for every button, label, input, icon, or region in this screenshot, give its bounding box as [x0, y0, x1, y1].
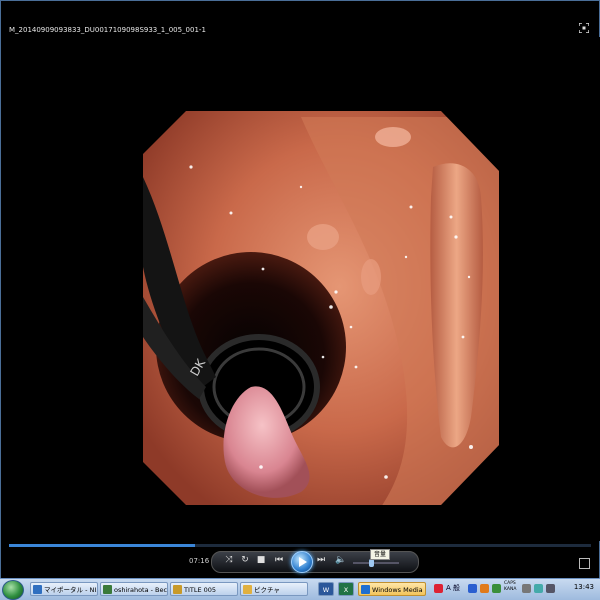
repeat-icon[interactable]: ↻: [239, 554, 251, 566]
taskbar-item-windows-media[interactable]: Windows Media ...: [358, 582, 426, 596]
volume-icon[interactable]: [546, 584, 555, 593]
media-player-icon: [361, 585, 370, 594]
help-icon[interactable]: [492, 584, 501, 593]
shuffle-icon[interactable]: ⤨: [223, 554, 235, 566]
ie-icon: [33, 585, 42, 594]
video-frame: DK: [1, 37, 600, 541]
caps-indicator: CAPS: [504, 581, 516, 586]
media-player-window: M_20140909093833_DU0017109098S933_1_005_…: [0, 0, 600, 600]
stop-icon[interactable]: ■: [255, 554, 267, 566]
taskbar-item-excel[interactable]: X: [338, 582, 354, 596]
taskbar-item-label: マイポータル - NI...: [44, 586, 98, 594]
window-title: M_20140909093833_DU0017109098S933_1_005_…: [9, 26, 206, 34]
seek-bar-progress: [9, 544, 196, 547]
mail-icon: [103, 585, 112, 594]
word-icon: W: [322, 586, 330, 594]
folder-icon: [243, 585, 252, 594]
taskbar-item-label: TITLE 005: [184, 586, 217, 594]
next-icon[interactable]: ⏭: [315, 554, 327, 566]
seek-bar[interactable]: [9, 544, 591, 547]
taskbar-item-label: oshirahota - Bec...: [114, 586, 168, 594]
previous-icon[interactable]: ⏮: [273, 554, 285, 566]
excel-icon: X: [343, 586, 349, 594]
fullscreen-icon[interactable]: [579, 23, 589, 33]
taskbar-item-label: Windows Media ...: [372, 586, 426, 594]
kana-indicator: KANA: [504, 587, 517, 592]
app-icon[interactable]: [434, 584, 443, 593]
taskbar-item-word[interactable]: W: [318, 582, 334, 596]
volume-slider[interactable]: [353, 562, 399, 564]
elapsed-time: 07:16: [189, 557, 210, 565]
taskbar-clock[interactable]: 13:43: [574, 583, 594, 591]
mute-icon[interactable]: 🔈: [335, 554, 347, 566]
folder-icon: [173, 585, 182, 594]
ime-mode[interactable]: A 般: [446, 583, 460, 593]
switch-to-library-icon[interactable]: [579, 558, 590, 569]
taskbar-item-title-005[interactable]: TITLE 005: [170, 582, 238, 596]
network-icon[interactable]: [534, 584, 543, 593]
play-button[interactable]: [291, 551, 313, 573]
volume-tooltip: 音量: [370, 549, 391, 560]
flag-icon[interactable]: [522, 584, 531, 593]
start-button[interactable]: [2, 580, 24, 600]
ime-icon[interactable]: [468, 584, 477, 593]
volume-slider-thumb[interactable]: [369, 559, 375, 567]
taskbar-item-becky[interactable]: oshirahota - Bec...: [100, 582, 168, 596]
taskbar-item-portal[interactable]: マイポータル - NI...: [30, 582, 98, 596]
play-icon: [299, 557, 307, 567]
taskbar-item-pictures[interactable]: ピクチャ: [240, 582, 308, 596]
tool-icon[interactable]: [480, 584, 489, 593]
taskbar-item-label: ピクチャ: [254, 586, 280, 594]
